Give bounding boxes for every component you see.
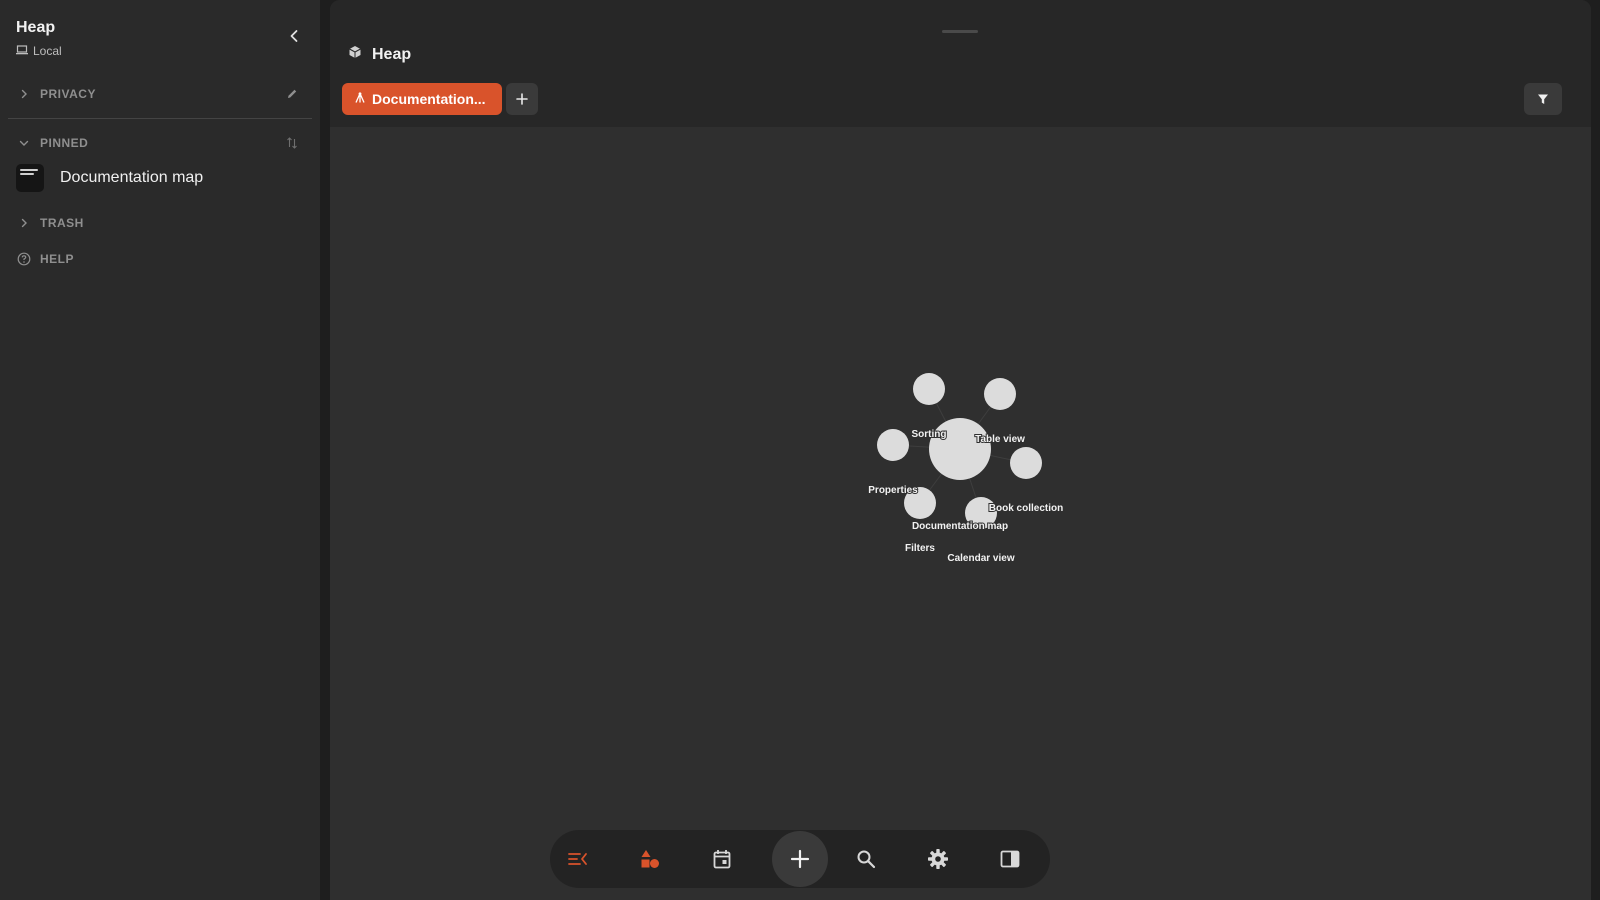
workspace-location-label: Local xyxy=(33,44,62,58)
graph-node-table-view[interactable] xyxy=(984,378,1016,410)
workspace-location: Local xyxy=(16,44,62,58)
section-privacy-label: PRIVACY xyxy=(40,87,96,101)
plus-icon xyxy=(516,93,528,105)
chevron-right-icon xyxy=(14,89,34,99)
gear-icon xyxy=(928,849,948,869)
section-trash[interactable]: TRASH xyxy=(8,209,312,237)
graph-node-sorting[interactable] xyxy=(913,373,945,405)
cube-icon xyxy=(348,45,362,64)
main-panel: Heap Documentation... Sorting Table view… xyxy=(330,0,1591,900)
graph-view[interactable]: Sorting Table view Properties Book colle… xyxy=(330,127,1591,900)
graph-node-properties[interactable] xyxy=(877,429,909,461)
graph-icon xyxy=(354,91,366,107)
section-pinned-label: PINNED xyxy=(40,136,89,150)
pinned-item-documentation-map[interactable]: Documentation map xyxy=(8,162,312,194)
list-collapse-button[interactable] xyxy=(562,843,594,875)
settings-button[interactable] xyxy=(922,843,954,875)
tab-label: Documentation... xyxy=(372,91,486,107)
graph-node-book-collection[interactable] xyxy=(1010,447,1042,479)
sidebar: Heap Local PRIVACY PINNED Documentation … xyxy=(0,0,320,900)
filter-icon xyxy=(1538,94,1548,104)
page-title: Heap xyxy=(348,45,411,64)
create-button[interactable] xyxy=(772,831,828,887)
sort-icon[interactable] xyxy=(284,135,300,151)
pencil-icon[interactable] xyxy=(284,86,300,102)
calendar-icon xyxy=(713,850,731,869)
shapes-icon xyxy=(641,850,659,868)
main-header: Heap Documentation... xyxy=(330,0,1591,127)
pinned-item-label: Documentation map xyxy=(60,169,204,186)
chevron-left-icon xyxy=(290,30,298,42)
graph-label-table-view: Table view xyxy=(975,434,1025,445)
help-circle-icon xyxy=(14,252,34,266)
toggle-panel-button[interactable] xyxy=(994,843,1026,875)
plus-icon xyxy=(790,849,810,869)
tab-documentation-map[interactable]: Documentation... xyxy=(342,83,502,115)
section-pinned[interactable]: PINNED xyxy=(8,129,312,157)
drag-handle[interactable] xyxy=(942,30,978,33)
search-icon xyxy=(857,850,876,869)
section-privacy[interactable]: PRIVACY xyxy=(8,80,312,108)
list-collapse-icon xyxy=(568,853,587,865)
filter-button[interactable] xyxy=(1524,83,1562,115)
sidebar-right-icon xyxy=(1000,850,1020,868)
graph-label-book-collection: Book collection xyxy=(989,503,1063,514)
laptop-icon xyxy=(16,44,28,58)
sidebar-divider xyxy=(8,118,312,119)
graph-label-sorting: Sorting xyxy=(912,429,947,440)
calendar-button[interactable] xyxy=(706,843,738,875)
workspace-title: Heap xyxy=(16,19,56,36)
collapse-sidebar-button[interactable] xyxy=(284,26,304,46)
graph-label-properties: Properties xyxy=(868,485,918,496)
section-help[interactable]: HELP xyxy=(8,245,312,273)
section-trash-label: TRASH xyxy=(40,216,84,230)
graph-label-center: Documentation map xyxy=(912,521,1008,532)
section-help-label: HELP xyxy=(40,252,75,266)
add-tab-button[interactable] xyxy=(506,83,538,115)
bottom-toolbar xyxy=(550,830,1050,888)
chevron-down-icon xyxy=(14,139,34,147)
page-title-label: Heap xyxy=(372,45,412,63)
chevron-right-icon xyxy=(14,218,34,228)
shapes-button[interactable] xyxy=(634,843,666,875)
graph-node-center[interactable] xyxy=(929,418,991,480)
note-thumbnail xyxy=(16,164,44,192)
graph-label-filters: Filters xyxy=(905,543,935,554)
search-button[interactable] xyxy=(850,843,882,875)
graph-label-calendar-view: Calendar view xyxy=(947,553,1014,564)
